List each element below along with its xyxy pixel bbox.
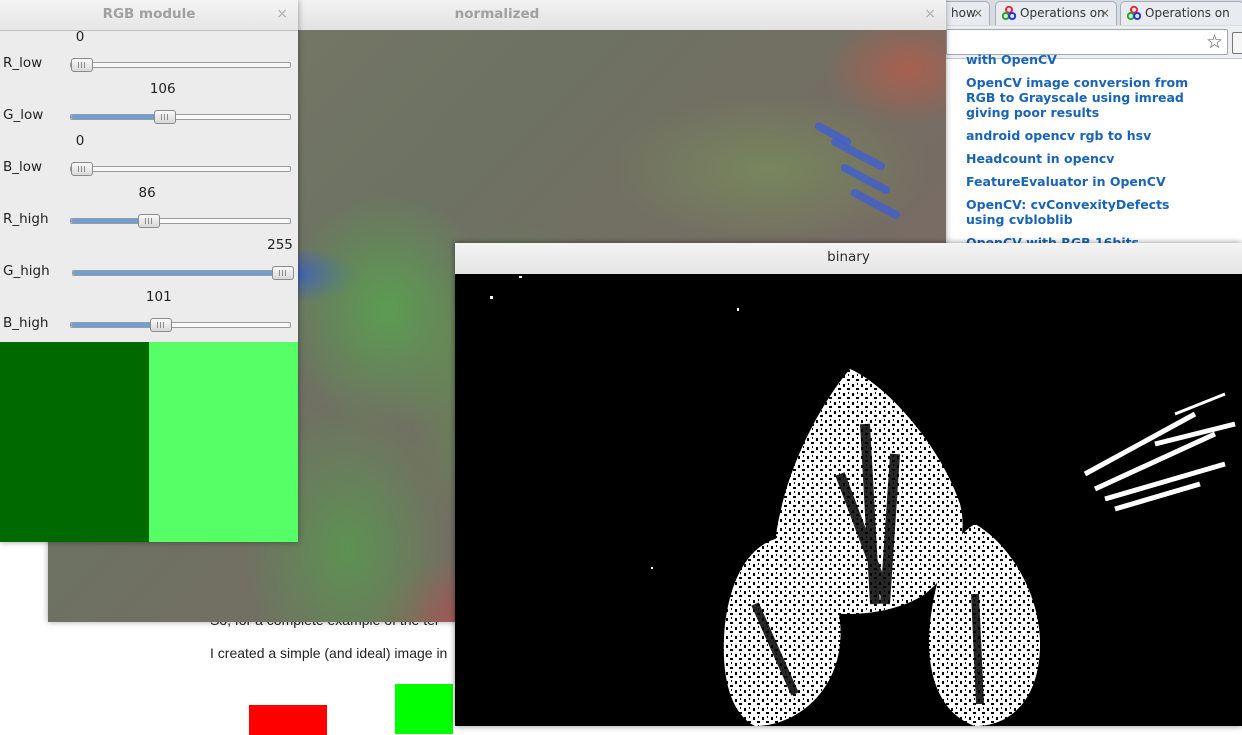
related-link[interactable]: with OpenCV — [966, 52, 1206, 67]
trackbar-value: 86 — [138, 185, 156, 201]
trackbar-r-high: R_high 86 — [0, 185, 298, 244]
trackbar-g-low: G_low 106 — [0, 81, 298, 140]
paragraph: I created a simple (and ideal) image in — [210, 645, 448, 661]
example-green-square — [395, 684, 453, 734]
binary-window: binary — [455, 243, 1242, 726]
rgb-module-window: RGB module × R_low 0 G_low 106 B_low 0 R_high 8… — [0, 0, 298, 542]
trackbar-thumb[interactable] — [153, 110, 176, 124]
tab-label: Operations on — [1020, 6, 1105, 20]
trackbar-track[interactable] — [70, 58, 291, 72]
binary-titlebar[interactable]: binary — [455, 243, 1242, 275]
trackbar-label: G_low — [3, 107, 44, 123]
trackbar-label: B_high — [3, 315, 49, 331]
tab-close-icon[interactable]: × — [1100, 2, 1110, 24]
trackbar-thumb[interactable] — [71, 162, 93, 176]
trackbar-track[interactable] — [70, 214, 291, 228]
trackbar-thumb[interactable] — [138, 214, 161, 228]
trackbar-label: B_low — [3, 159, 43, 175]
trackbar-fill — [71, 115, 164, 119]
trackbar-track[interactable] — [70, 162, 291, 176]
related-link[interactable]: OpenCV: cvConvexityDefects using cvblobl… — [966, 197, 1206, 227]
tab-label: Operations on — [1145, 6, 1230, 20]
example-red-square — [249, 705, 327, 735]
trackbar-label: G_high — [3, 263, 50, 279]
trackbar-thumb[interactable] — [149, 318, 172, 332]
browser-tab-bar: how × Operations on × Operations on — [920, 0, 1242, 26]
white-speck — [737, 308, 739, 311]
trackbar-track[interactable] — [70, 110, 291, 124]
trackbar-fill — [71, 219, 149, 223]
trackbar-value: 0 — [75, 29, 85, 45]
white-speck — [519, 276, 522, 278]
low-color-swatch — [0, 342, 149, 542]
trackbar-fill — [71, 323, 160, 327]
binary-image — [455, 274, 1242, 726]
trackbar-value: 255 — [267, 237, 293, 253]
related-link[interactable]: android opencv rgb to hsv — [966, 128, 1206, 143]
trackbar-track[interactable] — [72, 266, 294, 280]
window-title: normalized — [454, 6, 540, 22]
related-link[interactable]: FeatureEvaluator in OpenCV — [966, 174, 1206, 189]
trackbar-track[interactable] — [70, 318, 291, 332]
trackbar-b-high: B_high 101 — [0, 289, 298, 348]
trackbar-label: R_high — [3, 211, 49, 227]
window-title: binary — [827, 249, 870, 265]
binary-mask-svg — [490, 276, 1236, 726]
trackbar-value: 106 — [149, 81, 176, 97]
white-streak — [1174, 392, 1226, 416]
close-icon[interactable]: × — [276, 0, 288, 29]
opencv-logo-icon — [1002, 6, 1016, 20]
trackbar-thumb[interactable] — [71, 58, 93, 72]
bookmark-star-icon[interactable]: ☆ — [1206, 30, 1223, 54]
browser-menu-button[interactable] — [1232, 32, 1242, 54]
white-speck — [651, 567, 653, 569]
white-streak — [1083, 411, 1236, 512]
trackbar-fill — [73, 271, 282, 275]
browser-tab[interactable]: Operations on — [1120, 1, 1242, 25]
related-questions-list: with OpenCV OpenCV image conversion from… — [966, 52, 1206, 258]
trackbar-value: 101 — [145, 289, 172, 305]
opencv-logo-icon — [1127, 6, 1141, 20]
close-icon[interactable]: × — [924, 0, 936, 29]
image-stripe — [849, 187, 902, 221]
browser-tab[interactable]: Operations on × — [995, 1, 1117, 25]
window-title: RGB module — [102, 6, 196, 22]
related-link[interactable]: Headcount in opencv — [966, 151, 1206, 166]
tab-close-icon[interactable]: × — [973, 2, 983, 24]
rgb-module-titlebar[interactable]: RGB module × — [0, 0, 298, 31]
trackbar-label: R_low — [3, 55, 43, 71]
trackbar-thumb[interactable] — [272, 266, 294, 280]
white-speck — [490, 296, 493, 299]
trackbar-value: 0 — [75, 133, 85, 149]
high-color-swatch — [149, 342, 298, 542]
related-link[interactable]: OpenCV image conversion from RGB to Gray… — [966, 75, 1206, 120]
